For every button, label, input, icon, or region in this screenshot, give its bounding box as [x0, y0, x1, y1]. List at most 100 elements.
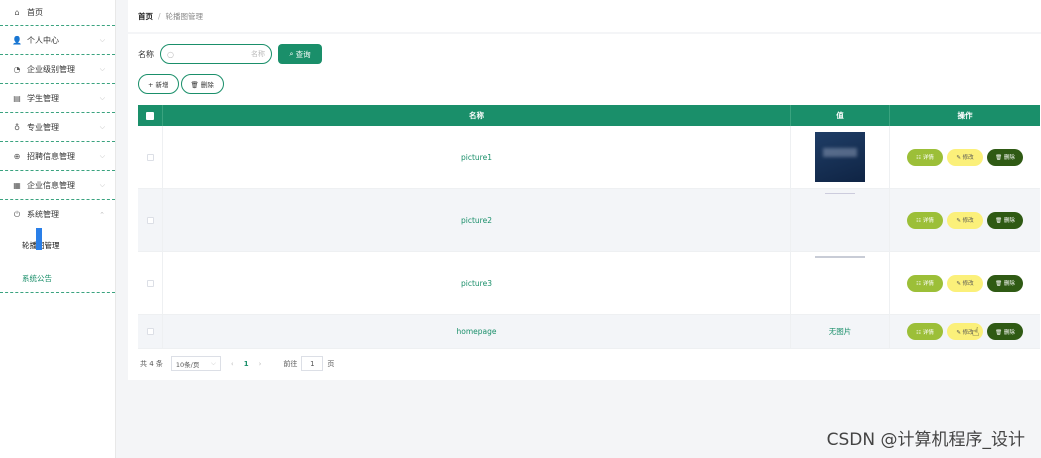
row-value: [791, 189, 890, 251]
detail-button[interactable]: ☷ 详情: [907, 323, 943, 340]
thumbnail-image[interactable]: [825, 193, 855, 194]
sidebar-item-label: 招聘信息管理: [27, 151, 75, 161]
edit-button[interactable]: ✎ 修改: [947, 274, 983, 292]
sidebar-item-profile[interactable]: 👤 个人中心 ⌵: [0, 26, 115, 55]
next-page-button[interactable]: ›: [259, 360, 262, 368]
row-checkbox-cell: [138, 252, 163, 314]
breadcrumb: 首页 / 轮播图管理: [128, 0, 1041, 32]
sidebar-item-home[interactable]: ⌂ 首页: [0, 0, 115, 26]
row-checkbox-cell: [138, 315, 163, 348]
home-icon: ⌂: [14, 8, 20, 17]
user-icon: 👤: [12, 35, 22, 45]
sidebar-item-label: 企业信息管理: [27, 180, 75, 190]
row-name: homepage: [163, 315, 791, 348]
row-checkbox-cell: [138, 189, 163, 251]
page-size-select[interactable]: 10条/页 ⌵: [170, 356, 221, 371]
goto-page-input[interactable]: 1: [301, 356, 324, 371]
search-icon: ○: [167, 49, 174, 59]
sidebar-item-label: 企业级别管理: [27, 64, 75, 74]
thumbnail-image[interactable]: [815, 132, 865, 182]
delete-button[interactable]: 🗑 删除: [987, 274, 1023, 292]
chevron-down-icon: ⌵: [99, 93, 105, 102]
thumbnail-content: [823, 148, 857, 157]
header-ops: 操作: [957, 111, 973, 120]
detail-button[interactable]: ☷ 详情: [907, 148, 943, 166]
chevron-down-icon: ⌵: [210, 359, 216, 367]
search-label: 名称: [138, 49, 154, 59]
header-name: 名称: [163, 105, 791, 126]
goto-unit: 页: [327, 359, 335, 368]
current-page[interactable]: 1: [244, 360, 249, 368]
search-input[interactable]: ○ 名称: [160, 44, 272, 64]
table-row: picture1 ☷ 详情 ✎ 修改 🗑 删除: [138, 126, 1040, 189]
table-row: picture3 ☷ 详情 ✎ 修改 🗑 删除: [138, 252, 1040, 315]
sidebar-item-label: 专业管理: [27, 122, 59, 132]
delete-button[interactable]: 🗑 删除: [987, 148, 1023, 166]
row-value: 无图片: [791, 315, 890, 348]
row-name: picture2: [163, 189, 791, 251]
search-row: 名称 ○ 名称 ⌕ 查询: [138, 44, 322, 64]
thumbnail-image[interactable]: [815, 256, 865, 258]
add-button-label: + 新增: [148, 81, 169, 89]
query-button[interactable]: ⌕ 查询: [278, 44, 322, 64]
delete-button-label: 🗑 删除: [190, 81, 214, 89]
pagination: 共 4 条 10条/页 ⌵ ‹ 1 › 前往 1 页: [140, 356, 334, 371]
page-size-value: 10条/页: [175, 360, 200, 369]
batch-delete-button[interactable]: 🗑 删除: [180, 74, 224, 94]
doc-icon: ▦: [13, 180, 21, 190]
delete-button[interactable]: 🗑 删除: [987, 211, 1023, 229]
delete-button[interactable]: 🗑 删除: [987, 323, 1023, 340]
row-value: [791, 252, 890, 314]
edit-button[interactable]: ✎ 修改: [947, 211, 983, 229]
add-button[interactable]: + 新增: [138, 74, 179, 94]
data-table: 名称 值 操作 picture1 ☷ 详情 ✎ 修改 🗑 删除 picture2…: [138, 105, 1040, 349]
sidebar-submenu: 轮播图管理 系统公告: [0, 229, 115, 293]
hand-cursor-icon: ☝: [972, 325, 980, 339]
sidebar-item-label: 系统管理: [27, 210, 59, 219]
sidebar-item-company-info[interactable]: ▦ 企业信息管理 ⌵: [0, 171, 115, 200]
row-checkbox[interactable]: [146, 216, 154, 224]
header-value: 值: [791, 105, 890, 126]
chevron-down-icon: ⌵: [99, 64, 105, 73]
chevron-down-icon: ⌵: [99, 180, 105, 189]
detail-button[interactable]: ☷ 详情: [907, 274, 943, 292]
sidebar-item-label: 学生管理: [27, 93, 59, 103]
mic-icon: ♁: [14, 122, 20, 132]
row-value: [791, 126, 890, 188]
row-ops: ☷ 详情 ✎ 修改 🗑 删除: [890, 126, 1040, 188]
sidebar-item-recruitment[interactable]: ⊕ 招聘信息管理 ⌵: [0, 142, 115, 171]
chevron-down-icon: ⌵: [99, 151, 105, 160]
query-button-label: 查询: [295, 49, 311, 59]
search-placeholder: 名称: [251, 50, 265, 58]
breadcrumb-home[interactable]: 首页: [138, 11, 153, 22]
row-name: picture3: [163, 252, 791, 314]
row-checkbox[interactable]: [146, 328, 154, 335]
main-panel: 名称 ○ 名称 ⌕ 查询 + 新增 🗑 删除 名称 值 操作 picture1 …: [128, 34, 1041, 380]
select-all-checkbox[interactable]: [146, 111, 154, 120]
speed-icon: ◔: [13, 64, 21, 74]
chevron-up-icon: ⌃: [99, 210, 105, 219]
row-ops: ☷ 详情 ✎ 修改 🗑 删除: [890, 315, 1040, 348]
breadcrumb-current: 轮播图管理: [165, 11, 204, 21]
table-header: 名称 值 操作: [138, 105, 1040, 126]
edit-button[interactable]: ✎ 修改: [947, 148, 983, 166]
pagination-total: 共 4 条: [140, 359, 163, 368]
sidebar-item-company-level[interactable]: ◔ 企业级别管理 ⌵: [0, 55, 115, 84]
sidebar-item-system[interactable]: ⏻ 系统管理 ⌃: [0, 200, 115, 229]
row-checkbox[interactable]: [146, 153, 154, 161]
goto-label: 前往: [283, 359, 298, 368]
power-icon: ⏻: [13, 209, 21, 219]
action-row: + 新增 🗑 删除: [138, 74, 226, 94]
detail-button[interactable]: ☷ 详情: [907, 211, 943, 229]
sidebar-sub-notice[interactable]: 系统公告: [22, 273, 52, 284]
list-icon: ▤: [13, 93, 21, 103]
sidebar-item-students[interactable]: ▤ 学生管理 ⌵: [0, 84, 115, 113]
table-row: picture2 ☷ 详情 ✎ 修改 🗑 删除: [138, 189, 1040, 252]
prev-page-button[interactable]: ‹: [231, 360, 234, 368]
sidebar-item-majors[interactable]: ♁ 专业管理 ⌵: [0, 113, 115, 142]
row-ops: ☷ 详情 ✎ 修改 🗑 删除: [890, 252, 1040, 314]
row-name: picture1: [163, 126, 791, 188]
globe-icon: ⊕: [13, 151, 21, 161]
row-checkbox[interactable]: [146, 279, 154, 287]
selection-marker: [36, 228, 42, 250]
